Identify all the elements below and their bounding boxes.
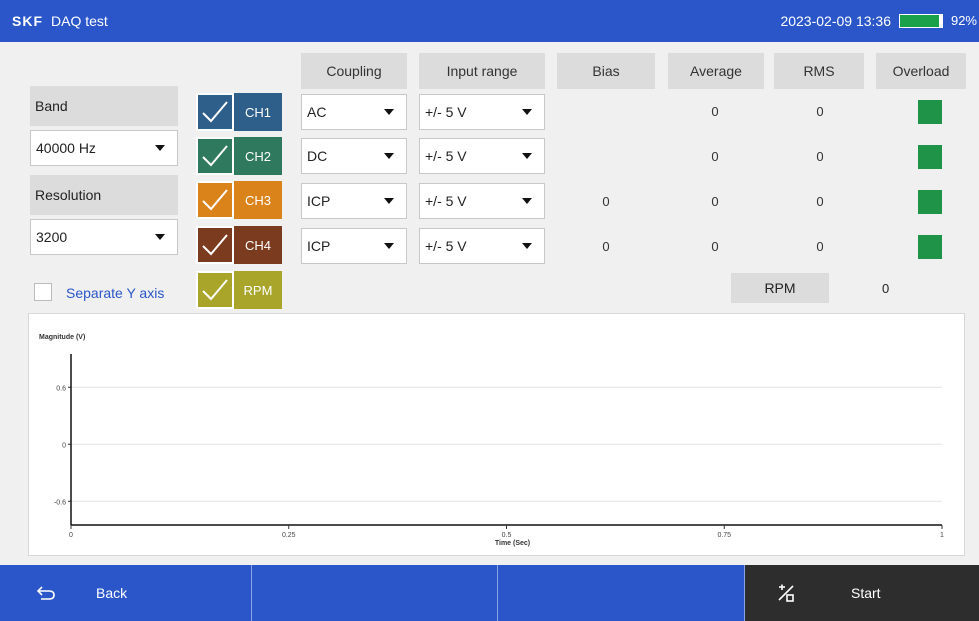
rpm-value: 0 [882,281,890,296]
time-chart: Magnitude (V) 0.6 0 -0.6 0 0.25 0.5 0.75 1 Time (… [28,313,965,556]
rms-value-ch3: 0 [816,194,824,209]
y-tick-label: 0 [62,442,66,449]
channel-toggle-ch3[interactable]: CH3 [196,181,282,219]
average-value-ch4: 0 [711,239,719,254]
x-tick-label: 0 [69,532,73,539]
x-tick-label: 0.75 [717,532,731,539]
channel-toggle-ch2[interactable]: CH2 [196,137,282,175]
input-range-select-ch1[interactable]: +/- 5 V [419,94,545,130]
start-icon [778,584,794,602]
input-range-value: +/- 5 V [425,238,467,254]
channel-toggle-rpm[interactable]: RPM [196,271,282,309]
bias-value-ch3: 0 [602,194,610,209]
channel-label: CH3 [244,192,271,208]
rms-value-ch2: 0 [816,149,824,164]
channel-label: CH1 [244,104,271,120]
separate-y-axis-checkbox[interactable] [34,283,52,301]
chevron-down-icon [384,198,394,204]
rms-value-ch1: 0 [816,104,824,119]
coupling-select-ch4[interactable]: ICP [301,228,407,264]
toolbar-slot-empty-1[interactable] [252,565,498,621]
datetime: 2023-02-09 13:36 [780,13,891,29]
input-range-select-ch2[interactable]: +/- 5 V [419,138,545,174]
back-button[interactable]: Back [0,565,252,621]
x-tick-label: 0.5 [502,532,512,539]
start-label: Start [851,585,881,601]
channel-label: CH2 [244,148,271,164]
chevron-down-icon [155,234,165,240]
chevron-down-icon [522,109,532,115]
column-header-coupling: Coupling [301,53,407,89]
back-arrow-icon [36,586,55,600]
overload-indicator-ch4 [918,235,942,259]
column-header-input-range: Input range [419,53,545,89]
overload-indicator-ch2 [918,145,942,169]
input-range-value: +/- 5 V [425,193,467,209]
coupling-select-ch2[interactable]: DC [301,138,407,174]
battery-fill [900,15,939,27]
overload-indicator-ch3 [918,190,942,214]
chevron-down-icon [522,153,532,159]
rms-value-ch4: 0 [816,239,824,254]
y-tick-label: -0.6 [54,499,66,506]
coupling-value: DC [307,148,328,164]
y-tick-label: 0.6 [56,385,66,392]
bias-value-ch4: 0 [602,239,610,254]
coupling-value: ICP [307,238,331,254]
separate-y-axis-label[interactable]: Separate Y axis [66,285,164,301]
chevron-down-icon [155,145,165,151]
checkmark-icon [196,181,234,219]
checkmark-icon [196,93,234,131]
input-range-select-ch4[interactable]: +/- 5 V [419,228,545,264]
channel-toggle-ch1[interactable]: CH1 [196,93,282,131]
channel-label: RPM [243,282,273,298]
coupling-value: AC [307,104,327,120]
coupling-select-ch1[interactable]: AC [301,94,407,130]
channel-label: CH4 [244,237,271,253]
chevron-down-icon [522,198,532,204]
chevron-down-icon [522,243,532,249]
x-tick-label: 1 [940,532,944,539]
band-value: 40000 Hz [36,140,96,156]
average-value-ch3: 0 [711,194,719,209]
chevron-down-icon [384,109,394,115]
chart-canvas: Magnitude (V) 0.6 0 -0.6 0 0.25 0.5 0.75 1 Time (… [39,334,944,547]
chevron-down-icon [384,243,394,249]
skf-logo: SKF [12,13,43,29]
x-tick-label: 0.25 [282,532,296,539]
column-header-average: Average [668,53,764,89]
app-title: DAQ test [51,13,108,29]
average-value-ch1: 0 [711,104,719,119]
resolution-label: Resolution [30,175,178,215]
title-bar: SKF DAQ test 2023-02-09 13:36 92% [0,0,979,42]
resolution-select[interactable]: 3200 [30,219,178,255]
toolbar-slot-empty-2[interactable] [498,565,745,621]
band-label: Band [30,86,178,126]
start-button[interactable]: Start [745,565,979,621]
checkmark-icon [196,226,234,264]
rpm-header: RPM [731,273,829,303]
input-range-value: +/- 5 V [425,148,467,164]
y-axis-label: Magnitude (V) [39,334,85,341]
checkmark-icon [196,137,234,175]
resolution-value: 3200 [36,229,68,245]
average-value-ch2: 0 [711,149,719,164]
column-header-bias: Bias [557,53,655,89]
checkmark-icon [196,271,234,309]
overload-indicator-ch1 [918,100,942,124]
coupling-select-ch3[interactable]: ICP [301,183,407,219]
battery-icon [899,14,943,28]
column-header-rms: RMS [774,53,864,89]
input-range-value: +/- 5 V [425,104,467,120]
channel-toggle-ch4[interactable]: CH4 [196,226,282,264]
back-label: Back [96,585,128,601]
band-select[interactable]: 40000 Hz [30,130,178,166]
bottom-toolbar: Back Start [0,565,979,621]
column-header-overload: Overload [876,53,966,89]
coupling-value: ICP [307,193,331,209]
input-range-select-ch3[interactable]: +/- 5 V [419,183,545,219]
chevron-down-icon [384,153,394,159]
battery-percent: 92% [950,13,977,28]
x-axis-label: Time (Sec) [495,540,530,547]
